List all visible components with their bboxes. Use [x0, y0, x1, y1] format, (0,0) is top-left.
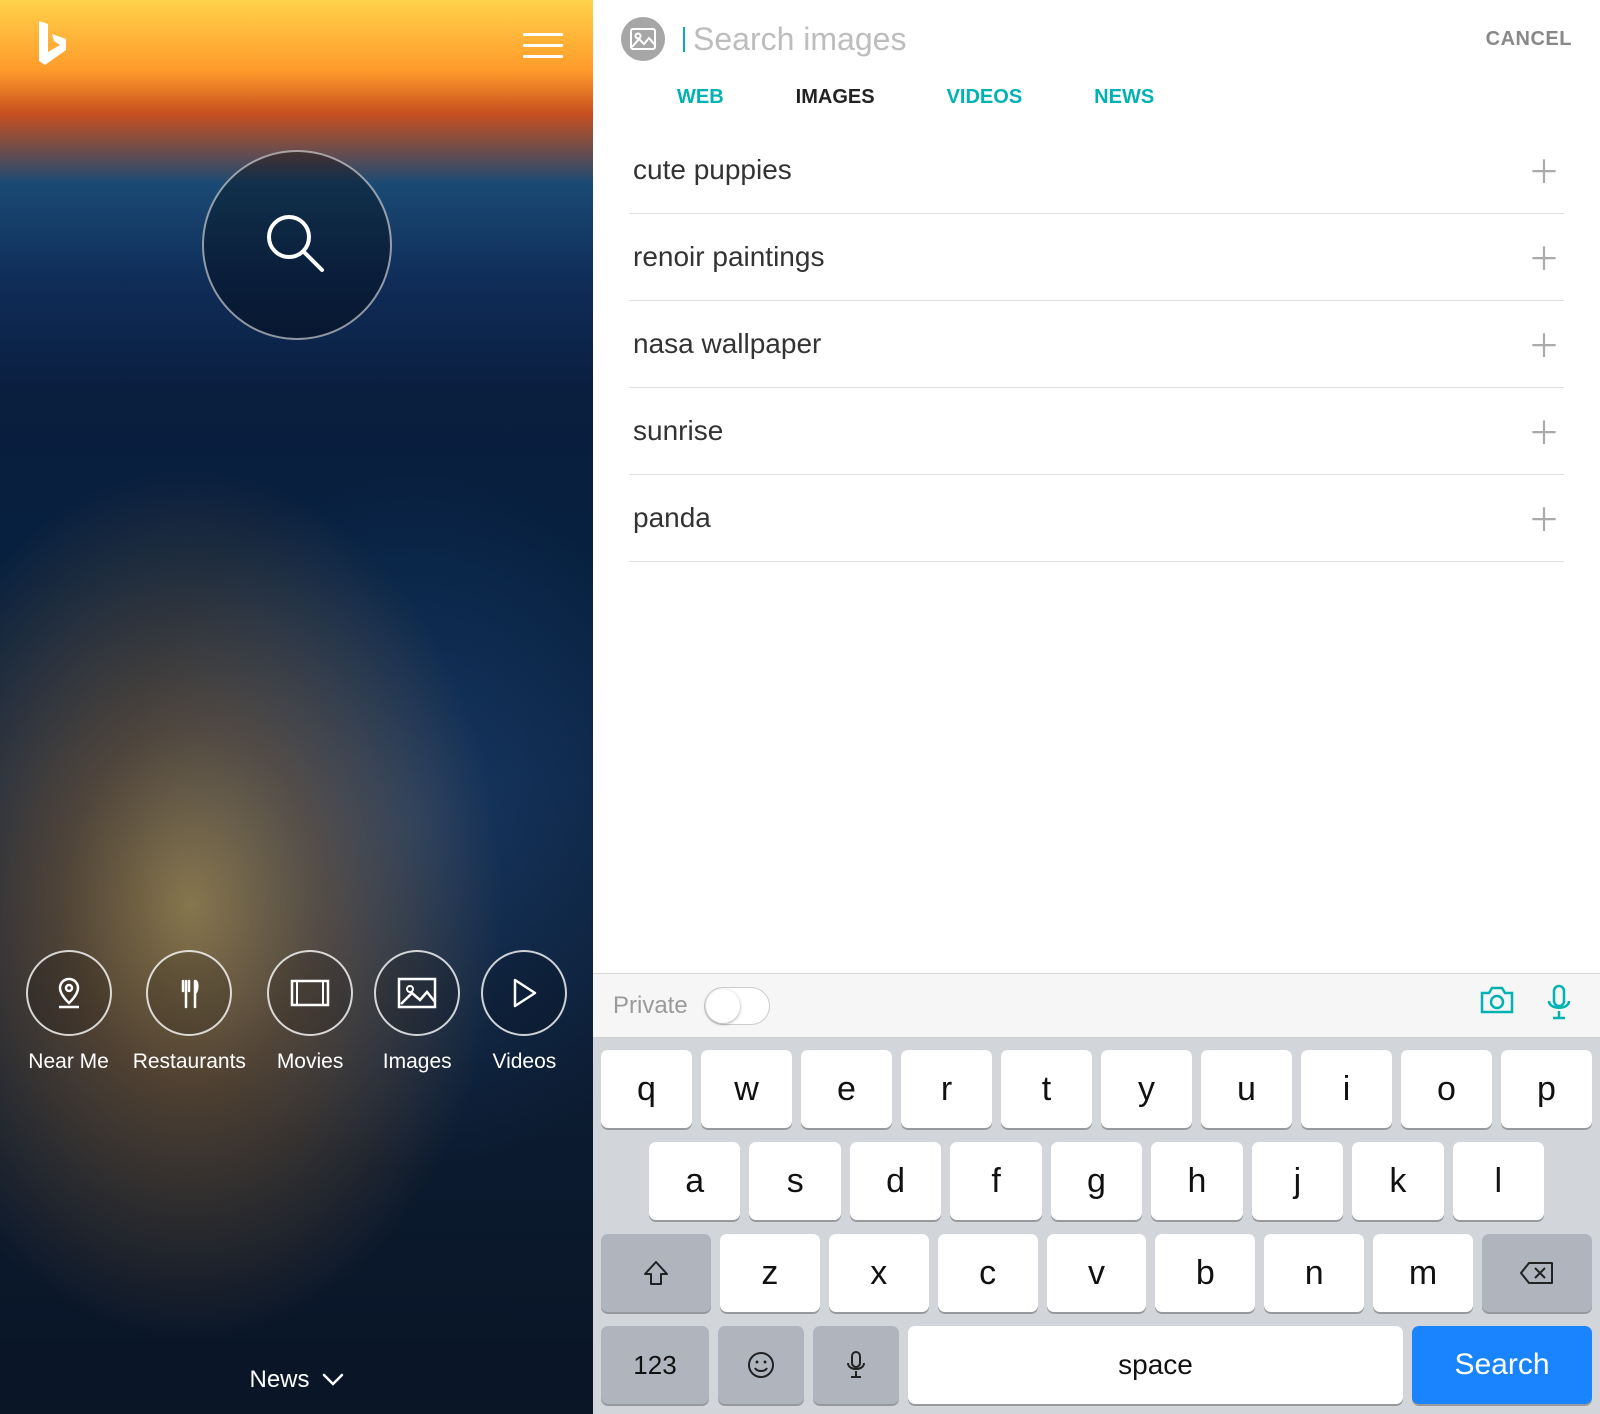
suggestion-text: sunrise [633, 415, 723, 447]
plus-icon[interactable]: ＋ [1528, 495, 1560, 541]
key-z[interactable]: z [720, 1234, 820, 1312]
tab-images[interactable]: IMAGES [796, 86, 875, 109]
key-k[interactable]: k [1352, 1142, 1443, 1220]
private-toggle[interactable] [704, 987, 770, 1025]
keyboard: qwertyuiop asdfghjkl zxcvbnm 123 [593, 1038, 1600, 1414]
key-i[interactable]: i [1301, 1050, 1392, 1128]
tab-web[interactable]: WEB [677, 86, 724, 109]
search-key[interactable]: Search [1412, 1326, 1592, 1404]
news-dropdown[interactable]: News [249, 1366, 343, 1394]
film-icon [289, 978, 331, 1008]
category-label: Near Me [28, 1050, 109, 1074]
space-key[interactable]: space [908, 1326, 1403, 1404]
search-input[interactable] [683, 21, 1468, 58]
key-u[interactable]: u [1201, 1050, 1292, 1128]
search-button[interactable] [202, 150, 392, 340]
plus-icon[interactable]: ＋ [1528, 234, 1560, 280]
play-icon [509, 976, 539, 1010]
key-t[interactable]: t [1001, 1050, 1092, 1128]
backspace-icon [1519, 1260, 1555, 1286]
bing-logo[interactable] [30, 17, 72, 74]
category-movies[interactable]: Movies [267, 950, 353, 1074]
key-a[interactable]: a [649, 1142, 740, 1220]
key-v[interactable]: v [1047, 1234, 1147, 1312]
emoji-icon [746, 1350, 776, 1380]
image-icon [396, 976, 438, 1010]
suggestion-item[interactable]: nasa wallpaper ＋ [629, 301, 1564, 388]
category-label: Restaurants [133, 1050, 246, 1074]
key-m[interactable]: m [1373, 1234, 1473, 1312]
key-j[interactable]: j [1252, 1142, 1343, 1220]
category-videos[interactable]: Videos [481, 950, 567, 1074]
search-pane: CANCEL WEB IMAGES VIDEOS NEWS cute puppi… [593, 0, 1600, 1414]
tab-videos[interactable]: VIDEOS [947, 86, 1023, 109]
plus-icon[interactable]: ＋ [1528, 408, 1560, 454]
suggestion-item[interactable]: cute puppies ＋ [629, 127, 1564, 214]
key-c[interactable]: c [938, 1234, 1038, 1312]
key-g[interactable]: g [1051, 1142, 1142, 1220]
category-images[interactable]: Images [374, 950, 460, 1074]
suggestions-list: cute puppies ＋ renoir paintings ＋ nasa w… [593, 127, 1600, 562]
fork-knife-icon [169, 973, 209, 1013]
dictation-key[interactable] [813, 1326, 899, 1404]
key-n[interactable]: n [1264, 1234, 1364, 1312]
bing-home-pane: Near Me Restaurants Movies Images Videos… [0, 0, 593, 1414]
key-q[interactable]: q [601, 1050, 692, 1128]
suggestion-item[interactable]: sunrise ＋ [629, 388, 1564, 475]
key-r[interactable]: r [901, 1050, 992, 1128]
pin-icon [49, 973, 89, 1013]
microphone-icon [846, 1350, 866, 1380]
suggestion-text: cute puppies [633, 154, 792, 186]
key-l[interactable]: l [1453, 1142, 1544, 1220]
private-label: Private [613, 992, 688, 1020]
numeric-key[interactable]: 123 [601, 1326, 709, 1404]
suggestion-text: nasa wallpaper [633, 328, 821, 360]
category-label: Videos [492, 1050, 556, 1074]
key-s[interactable]: s [749, 1142, 840, 1220]
category-row: Near Me Restaurants Movies Images Videos [0, 950, 593, 1074]
key-w[interactable]: w [701, 1050, 792, 1128]
key-f[interactable]: f [950, 1142, 1041, 1220]
key-x[interactable]: x [829, 1234, 929, 1312]
key-b[interactable]: b [1155, 1234, 1255, 1312]
key-o[interactable]: o [1401, 1050, 1492, 1128]
category-near-me[interactable]: Near Me [26, 950, 112, 1074]
news-label: News [249, 1366, 309, 1394]
image-search-badge-icon[interactable] [621, 17, 665, 61]
private-toolbar: Private [593, 973, 1600, 1038]
suggestion-item[interactable]: renoir paintings ＋ [629, 214, 1564, 301]
suggestion-text: panda [633, 502, 711, 534]
cancel-button[interactable]: CANCEL [1486, 28, 1572, 51]
chevron-down-icon [322, 1373, 344, 1387]
tab-news[interactable]: NEWS [1094, 86, 1154, 109]
search-tabs: WEB IMAGES VIDEOS NEWS [593, 78, 1600, 127]
suggestion-text: renoir paintings [633, 241, 824, 273]
emoji-key[interactable] [718, 1326, 804, 1404]
key-p[interactable]: p [1501, 1050, 1592, 1128]
microphone-icon[interactable] [1546, 984, 1572, 1027]
shift-icon [642, 1259, 670, 1287]
category-label: Images [383, 1050, 452, 1074]
key-y[interactable]: y [1101, 1050, 1192, 1128]
category-label: Movies [277, 1050, 344, 1074]
key-h[interactable]: h [1151, 1142, 1242, 1220]
shift-key[interactable] [601, 1234, 711, 1312]
plus-icon[interactable]: ＋ [1528, 321, 1560, 367]
backspace-key[interactable] [1482, 1234, 1592, 1312]
menu-icon[interactable] [523, 33, 563, 58]
key-d[interactable]: d [850, 1142, 941, 1220]
suggestion-item[interactable]: panda ＋ [629, 475, 1564, 562]
search-icon [257, 205, 337, 285]
category-restaurants[interactable]: Restaurants [133, 950, 246, 1074]
key-e[interactable]: e [801, 1050, 892, 1128]
camera-icon[interactable] [1478, 984, 1516, 1027]
plus-icon[interactable]: ＋ [1528, 147, 1560, 193]
